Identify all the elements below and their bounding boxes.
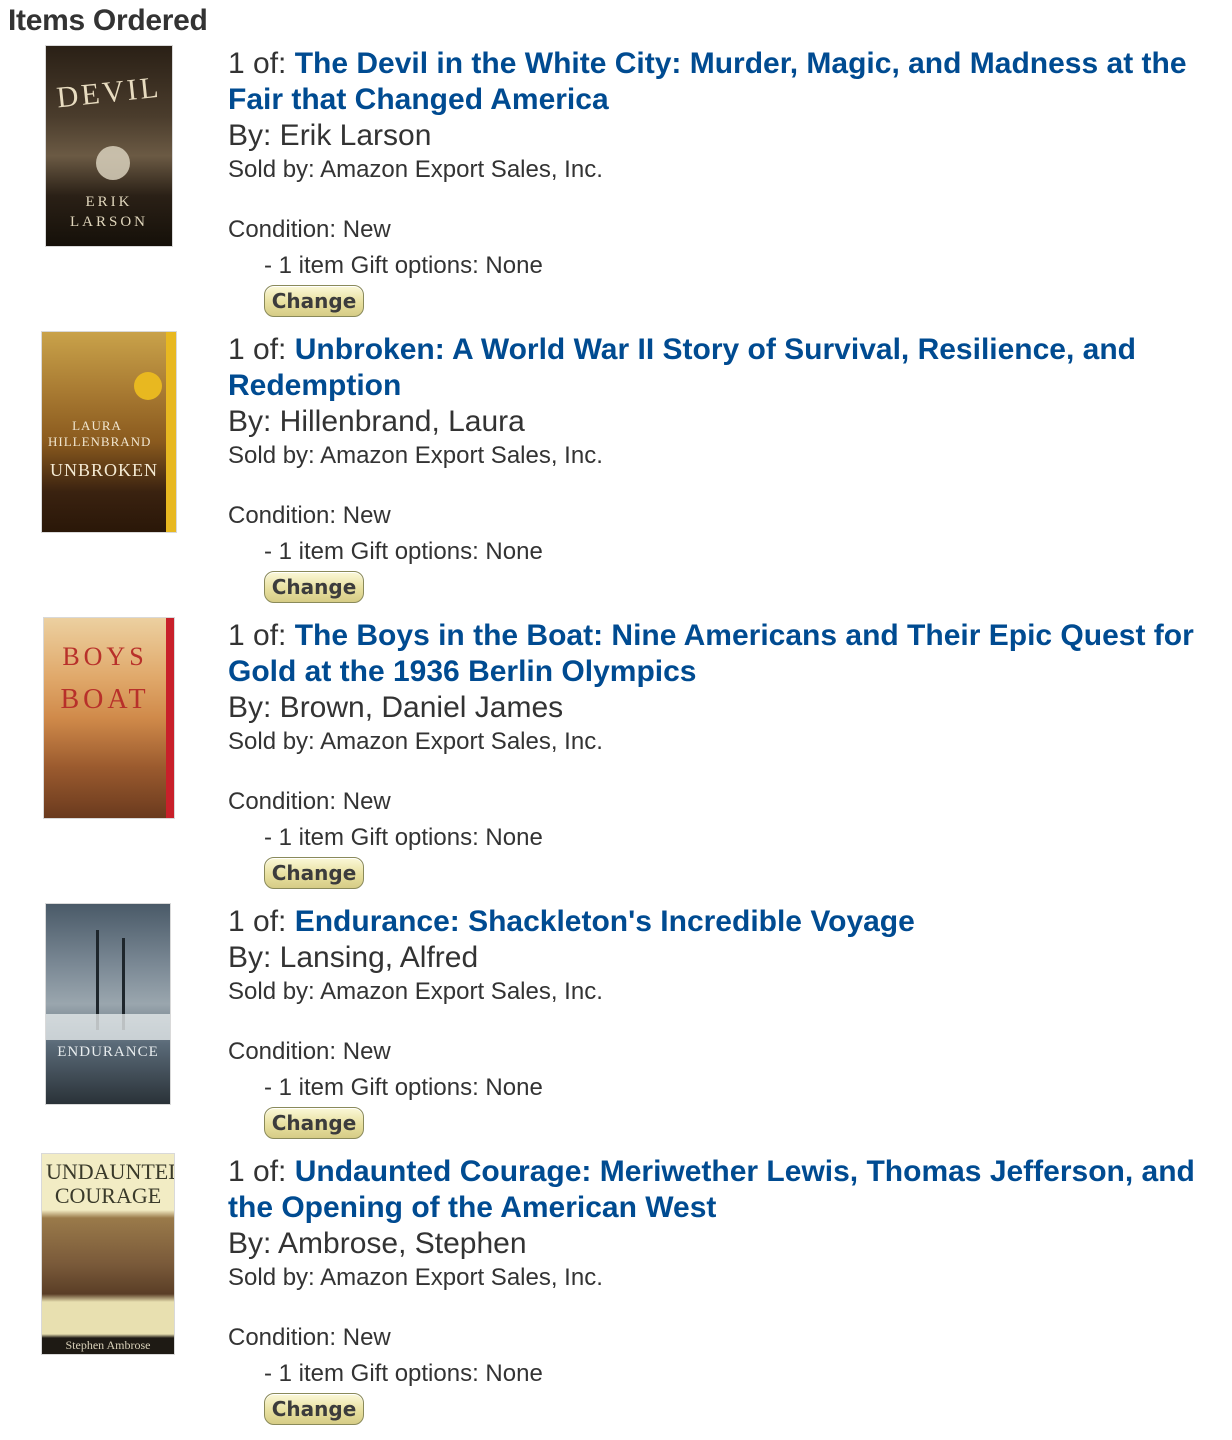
item-gift-options: - 1 item Gift options: None — [264, 252, 543, 279]
item-seller: Sold by: Amazon Export Sales, Inc. — [228, 442, 603, 469]
change-button[interactable]: Change — [264, 285, 364, 317]
order-item: BOYS BOAT 1 of: The Boys in the Boat: Ni… — [0, 618, 1232, 904]
order-item: LAURA HILLENBRAND UNBROKEN 1 of: Unbroke… — [0, 332, 1232, 618]
book-cover-image[interactable]: UNDAUNTED COURAGE Stephen Ambrose — [42, 1154, 174, 1354]
item-author: By: Hillenbrand, Laura — [228, 405, 525, 438]
item-title-link[interactable]: The Devil in the White City: Murder, Mag… — [228, 47, 1187, 116]
item-seller: Sold by: Amazon Export Sales, Inc. — [228, 728, 603, 755]
cover-title: ENDURANCE — [57, 1044, 159, 1060]
book-cover-image[interactable]: LAURA HILLENBRAND UNBROKEN — [42, 332, 176, 532]
cover-author: ERIK LARSON — [69, 194, 148, 230]
quantity-label: 1 of: — [228, 47, 287, 80]
cover-ice — [46, 1014, 170, 1040]
cover-title: UNBROKEN — [49, 460, 158, 480]
item-title-line: 1 of: The Devil in the White City: Murde… — [228, 46, 1218, 118]
item-condition: Condition: New — [228, 788, 391, 815]
item-condition: Condition: New — [228, 502, 391, 529]
item-details: 1 of: Endurance: Shackleton's Incredible… — [228, 904, 1218, 1139]
item-condition: Condition: New — [228, 1038, 391, 1065]
book-cover-image[interactable]: DEVIL ERIK LARSON — [46, 46, 172, 246]
book-cover-image[interactable]: BOYS BOAT — [44, 618, 174, 818]
cover-author: Stephen Ambrose — [65, 1338, 151, 1352]
cover-subtitle: BOAT — [60, 684, 150, 715]
order-item: ENDURANCE 1 of: Endurance: Shackleton's … — [0, 904, 1232, 1190]
item-gift-options: - 1 item Gift options: None — [264, 538, 543, 565]
quantity-label: 1 of: — [228, 1155, 287, 1188]
change-button[interactable]: Change — [264, 1107, 364, 1139]
item-condition: Condition: New — [228, 1324, 391, 1351]
item-gift-options: - 1 item Gift options: None — [264, 1074, 543, 1101]
order-item: UNDAUNTED COURAGE Stephen Ambrose 1 of: … — [0, 1154, 1232, 1440]
item-details: 1 of: The Boys in the Boat: Nine America… — [228, 618, 1218, 889]
order-item: DEVIL ERIK LARSON 1 of: The Devil in the… — [0, 46, 1232, 332]
cover-sticker — [134, 372, 162, 400]
quantity-label: 1 of: — [228, 619, 287, 652]
quantity-label: 1 of: — [228, 905, 287, 938]
item-author: By: Brown, Daniel James — [228, 691, 564, 724]
change-button[interactable]: Change — [264, 857, 364, 889]
item-title-link[interactable]: Undaunted Courage: Meriwether Lewis, Tho… — [228, 1155, 1195, 1224]
item-gift-options: - 1 item Gift options: None — [264, 824, 543, 851]
cover-title: DEVIL — [55, 70, 163, 115]
cover-author: LAURA HILLENBRAND — [48, 418, 152, 449]
cover-title: BOYS — [62, 642, 148, 671]
item-title-line: 1 of: The Boys in the Boat: Nine America… — [228, 618, 1218, 690]
change-button[interactable]: Change — [264, 1393, 364, 1425]
cover-moon — [96, 146, 130, 180]
item-details: 1 of: The Devil in the White City: Murde… — [228, 46, 1218, 317]
item-title-link[interactable]: Endurance: Shackleton's Incredible Voyag… — [295, 905, 915, 938]
item-title-link[interactable]: The Boys in the Boat: Nine Americans and… — [228, 619, 1194, 688]
item-details: 1 of: Undaunted Courage: Meriwether Lewi… — [228, 1154, 1218, 1425]
item-gift-options: - 1 item Gift options: None — [264, 1360, 543, 1387]
item-author: By: Lansing, Alfred — [228, 941, 479, 974]
change-button[interactable]: Change — [264, 571, 364, 603]
cover-spine-stripe — [166, 618, 174, 818]
item-author: By: Erik Larson — [228, 119, 432, 152]
item-seller: Sold by: Amazon Export Sales, Inc. — [228, 978, 603, 1005]
item-details: 1 of: Unbroken: A World War II Story of … — [228, 332, 1218, 603]
item-seller: Sold by: Amazon Export Sales, Inc. — [228, 1264, 603, 1291]
item-title-line: 1 of: Unbroken: A World War II Story of … — [228, 332, 1218, 404]
item-condition: Condition: New — [228, 216, 391, 243]
item-seller: Sold by: Amazon Export Sales, Inc. — [228, 156, 603, 183]
item-title-line: 1 of: Endurance: Shackleton's Incredible… — [228, 904, 1218, 940]
item-title-link[interactable]: Unbroken: A World War II Story of Surviv… — [228, 333, 1136, 402]
book-cover-image[interactable]: ENDURANCE — [46, 904, 170, 1104]
item-title-line: 1 of: Undaunted Courage: Meriwether Lewi… — [228, 1154, 1218, 1226]
quantity-label: 1 of: — [228, 333, 287, 366]
item-author: By: Ambrose, Stephen — [228, 1227, 527, 1260]
cover-title: UNDAUNTED COURAGE — [46, 1159, 174, 1208]
section-title: Items Ordered — [8, 4, 208, 37]
